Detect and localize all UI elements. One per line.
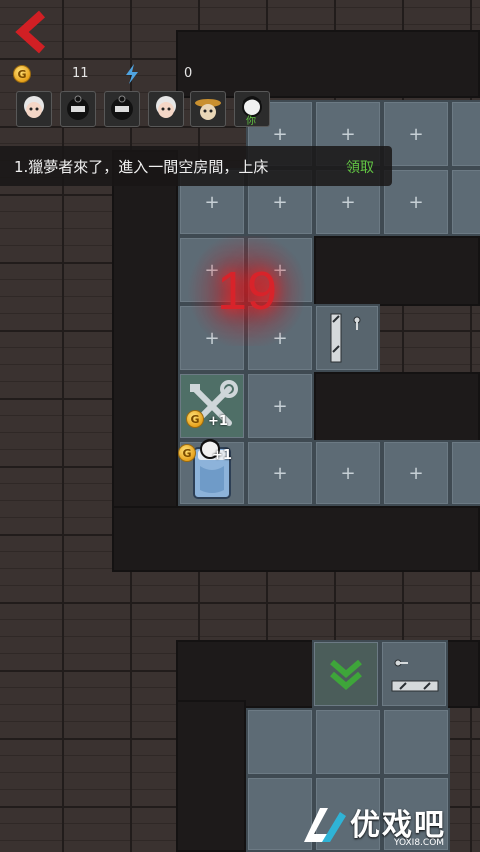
- hunter-straw-hat[interactable]: [190, 91, 226, 127]
- gold-coin-icon: G: [178, 444, 196, 462]
- hunter-masked-1[interactable]: [60, 91, 96, 127]
- coin-count: 11: [72, 66, 89, 81]
- watermark-url: YOXI8.COM: [394, 838, 445, 848]
- quest-text: 1.獵夢者來了，進入一間空房間，上床: [14, 158, 269, 176]
- gold-coin-icon: G: [12, 64, 32, 84]
- door-icon: [330, 313, 361, 363]
- floor-tile[interactable]: [314, 708, 382, 776]
- floor-tile[interactable]: [450, 100, 480, 168]
- floor-tile[interactable]: +: [246, 372, 314, 440]
- granny-face-icon: [156, 96, 176, 118]
- wall-inner-2: [314, 372, 480, 442]
- resource-bar: G 11 0: [12, 62, 232, 88]
- lightning-icon: [122, 64, 142, 84]
- back-button[interactable]: [12, 8, 52, 56]
- door-icon: [391, 659, 439, 692]
- wall-inner-1: [314, 236, 480, 306]
- granny-face-icon: [24, 96, 44, 118]
- floor-tile[interactable]: +: [382, 168, 450, 236]
- game-stage: + + + + + + + + + + + 19 G +1 G +1 G 11 …: [0, 0, 480, 852]
- countdown-timer: 19: [182, 236, 312, 346]
- floor-tile[interactable]: [450, 440, 480, 506]
- straw-hat-face-icon: [195, 99, 221, 120]
- masked-face-icon: [111, 95, 133, 120]
- floor-tile[interactable]: [246, 708, 314, 776]
- brand-logo-icon: [304, 808, 346, 842]
- corridor-dark-bottom: [112, 506, 480, 572]
- floor-tile[interactable]: +: [246, 440, 314, 506]
- floor-tile[interactable]: [382, 708, 450, 776]
- corridor-dark-lower-left: [176, 700, 246, 852]
- quest-banner: 1.獵夢者來了，進入一間空房間，上床 領取: [0, 146, 392, 186]
- hunter-you[interactable]: 你: [234, 91, 270, 127]
- stairs-down-tile[interactable]: [312, 640, 380, 708]
- floor-tile[interactable]: [450, 168, 480, 236]
- hunter-masked-2[interactable]: [104, 91, 140, 127]
- masked-face-icon: [67, 95, 89, 120]
- floor-tile[interactable]: +: [382, 100, 450, 168]
- hunter-granny-1[interactable]: [16, 91, 52, 127]
- hunter-granny-2[interactable]: [148, 91, 184, 127]
- floor-tile[interactable]: +: [314, 440, 382, 506]
- double-chevron-down-icon: [330, 659, 362, 690]
- tool-reward-text: +1: [208, 414, 228, 429]
- chevron-left-icon: [15, 10, 46, 54]
- claim-button[interactable]: 領取: [346, 157, 374, 177]
- door-tile[interactable]: [314, 304, 380, 372]
- player-roster: 你: [16, 91, 276, 129]
- bed-reward-text: +1: [212, 448, 232, 463]
- you-label: 你: [246, 116, 256, 127]
- gold-coin-icon: G: [186, 410, 204, 428]
- upgrade-tool-tile[interactable]: [178, 372, 246, 440]
- energy-count: 0: [184, 66, 193, 81]
- floor-tile[interactable]: +: [382, 440, 450, 506]
- watermark: 优戏吧 YOXI8.COM: [298, 800, 478, 850]
- door-tile[interactable]: [380, 640, 448, 708]
